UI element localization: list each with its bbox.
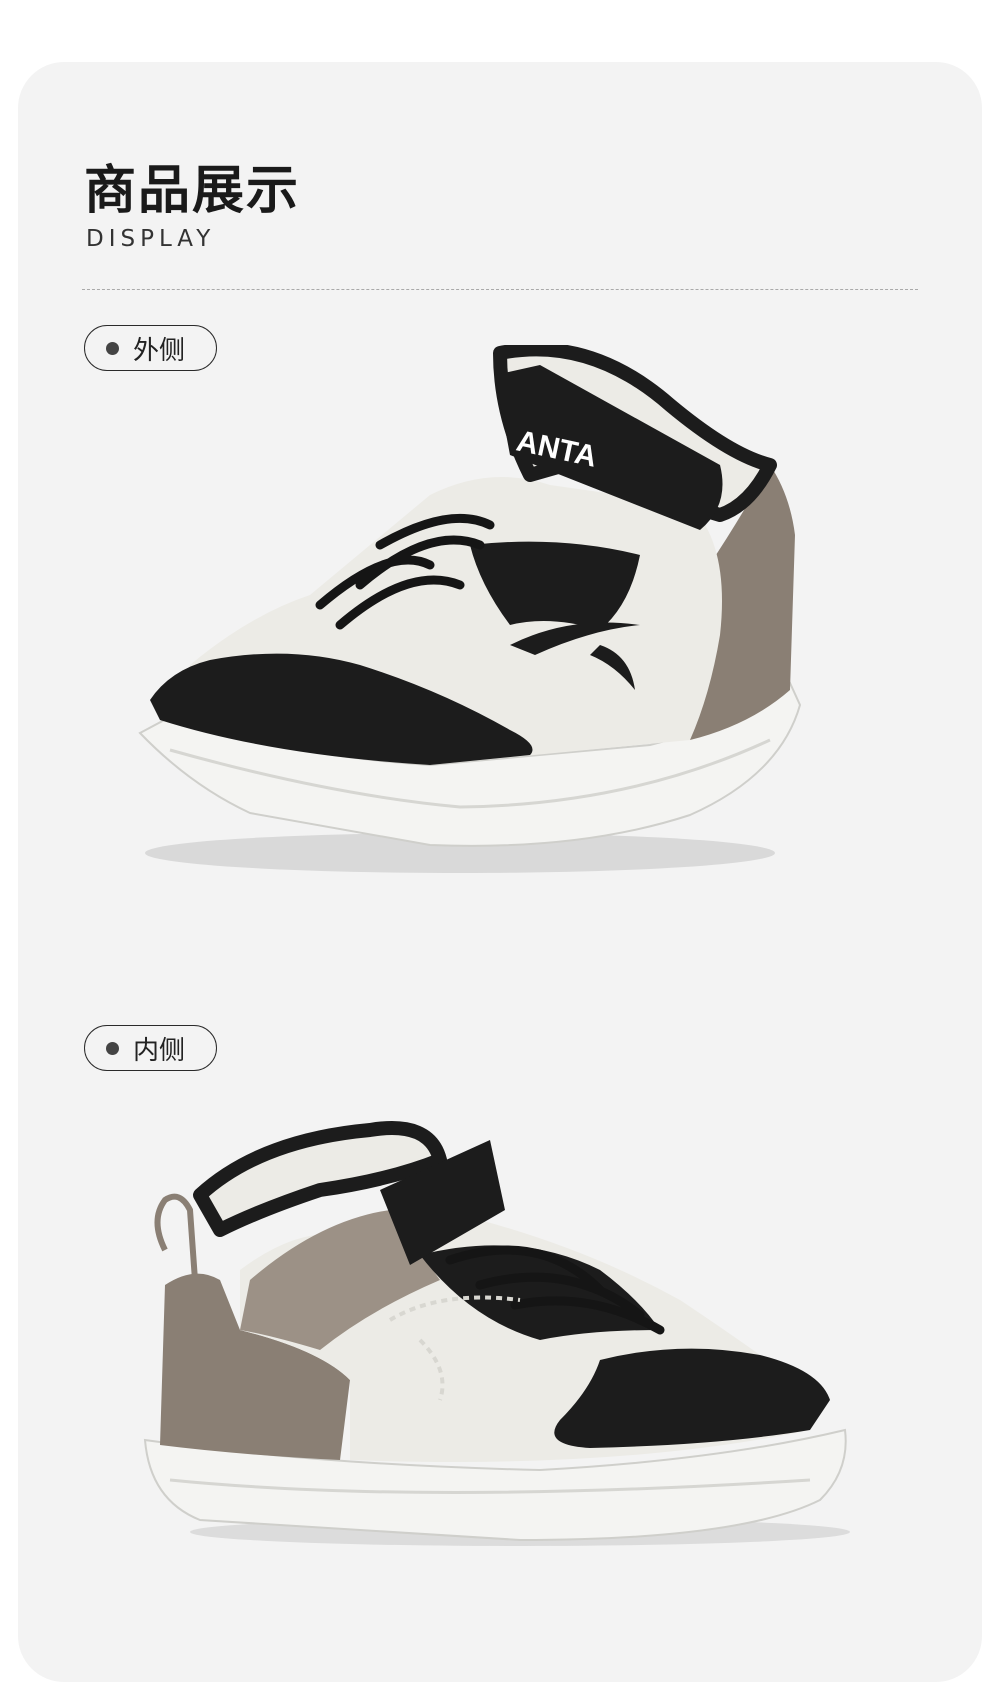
section-title: 商品展示 — [84, 161, 301, 221]
view-tag-inner: 内侧 — [84, 1025, 217, 1071]
section-subtitle: DISPLAY — [86, 226, 216, 252]
dashed-divider — [82, 289, 918, 290]
heel-pull-tab — [154, 1193, 198, 1281]
bullet-dot-icon — [106, 341, 119, 355]
shoe-photo-inner-side — [143, 1121, 850, 1546]
shoe-photo-outer-side: ANTA — [138, 345, 802, 873]
bullet-dot-icon — [106, 1041, 119, 1055]
view-tag-label: 内侧 — [133, 1035, 186, 1066]
